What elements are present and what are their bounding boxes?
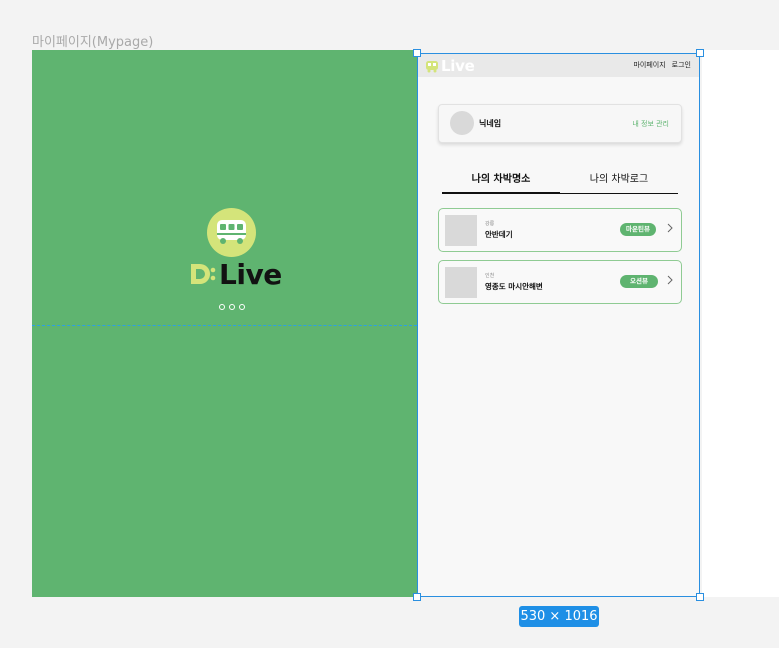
topbar-brand: Live <box>441 57 475 75</box>
login-link[interactable]: 로그인 <box>672 60 691 70</box>
list-item[interactable]: 강릉 안반데기 마운틴뷰 <box>438 208 682 252</box>
avatar <box>450 111 474 135</box>
manage-profile-link[interactable]: 내 정보 관리 <box>632 119 669 129</box>
resize-handle-top-left[interactable] <box>413 49 421 57</box>
mypage-frame[interactable]: Live 마이페이지 로그인 닉네임 내 정보 관리 나의 차박명소 나의 차박… <box>417 54 700 597</box>
place-name: 영종도 마시안해변 <box>485 282 543 291</box>
view-badge: 오션뷰 <box>620 275 658 288</box>
canvas-area <box>702 50 779 597</box>
profile-card: 닉네임 내 정보 관리 <box>438 104 682 143</box>
place-thumbnail <box>445 267 477 298</box>
topbar: Live 마이페이지 로그인 <box>417 54 700 77</box>
size-badge: 530 × 1016 <box>519 606 599 627</box>
loading-dots-icon <box>219 304 245 310</box>
resize-handle-top-right[interactable] <box>696 49 704 57</box>
splash-frame[interactable]: Live <box>32 50 417 597</box>
topbar-logo[interactable]: Live <box>425 57 475 75</box>
guide-line <box>32 325 417 326</box>
place-region: 인천 <box>485 273 495 279</box>
chevron-right-icon[interactable] <box>667 223 673 233</box>
frame-label[interactable]: 마이페이지(Mypage) <box>32 31 153 50</box>
splash-brand-text: Live <box>219 257 282 291</box>
bus-logo-icon <box>207 208 256 257</box>
view-badge: 마운틴뷰 <box>620 223 656 236</box>
nickname: 닉네임 <box>479 119 502 128</box>
bus-icon <box>426 60 438 72</box>
tab-my-logs[interactable]: 나의 차박로그 <box>560 171 678 194</box>
tab-my-spots[interactable]: 나의 차박명소 <box>442 171 560 194</box>
place-thumbnail <box>445 215 477 246</box>
topbar-links: 마이페이지 로그인 <box>633 60 691 70</box>
brand-mark-icon <box>191 264 216 284</box>
list-item[interactable]: 인천 영종도 마시안해변 오션뷰 <box>438 260 682 304</box>
resize-handle-bottom-left[interactable] <box>413 593 421 601</box>
place-region: 강릉 <box>485 221 495 227</box>
mypage-link[interactable]: 마이페이지 <box>633 60 665 70</box>
place-name: 안반데기 <box>485 230 513 239</box>
splash-brand: Live <box>189 256 282 292</box>
resize-handle-bottom-right[interactable] <box>696 593 704 601</box>
tabs: 나의 차박명소 나의 차박로그 <box>442 171 678 194</box>
chevron-right-icon[interactable] <box>667 275 673 285</box>
